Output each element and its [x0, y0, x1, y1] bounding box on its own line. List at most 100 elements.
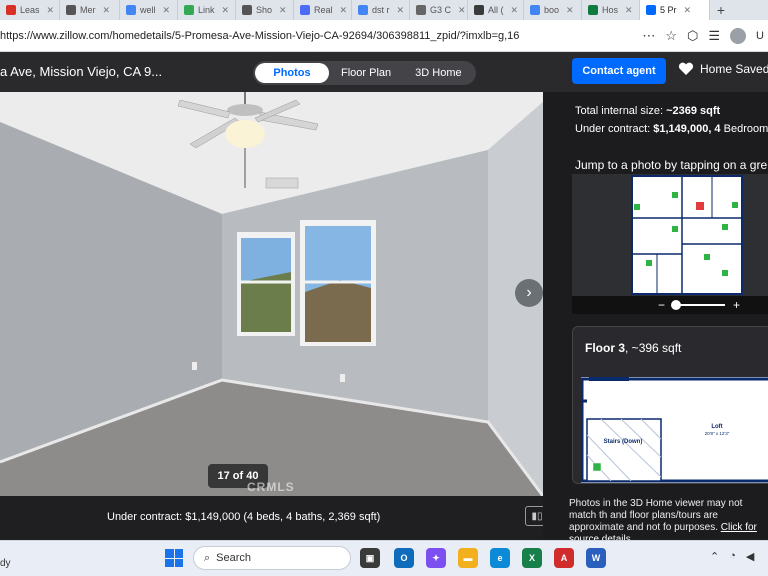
star-icon[interactable]: ☆: [665, 28, 677, 44]
browser-tab[interactable]: All ( ✕: [468, 0, 524, 20]
view-segmented-control: Photos Floor Plan 3D Home: [253, 61, 476, 85]
floor-plan-zoom-control: − +: [572, 296, 768, 314]
close-icon[interactable]: ✕: [47, 5, 55, 16]
close-icon[interactable]: ✕: [511, 5, 519, 16]
taskbar-search-label: Search: [216, 552, 252, 564]
pdf-icon: [6, 5, 16, 15]
close-icon[interactable]: ✕: [684, 5, 692, 16]
browser-tab-label: Hos: [602, 5, 619, 15]
floor-plan-drawing[interactable]: Loft 20'8" x 12'3" Stairs (Down): [580, 377, 768, 483]
copilot-icon[interactable]: ✦: [426, 548, 446, 568]
browser-tab[interactable]: Leas ✕: [0, 0, 60, 20]
browser-tab[interactable]: Mer ✕: [60, 0, 120, 20]
close-icon[interactable]: ✕: [397, 5, 405, 16]
zillow-icon: [300, 5, 310, 15]
zoom-in-icon[interactable]: +: [733, 298, 740, 312]
total-size-value: ~2369 sqft: [666, 105, 721, 117]
chevron-up-icon[interactable]: ⌃: [710, 550, 719, 563]
aw-icon: [474, 5, 484, 15]
close-icon[interactable]: ✕: [279, 5, 287, 16]
photo-caption: Under contract: $1,149,000 (4 beds, 4 ba…: [107, 511, 381, 523]
contract-label: Under contract:: [575, 123, 654, 135]
browser-tab[interactable]: Hos ✕: [582, 0, 640, 20]
floor-plan-minimap[interactable]: [572, 174, 768, 314]
photo-watermark: CRMLS: [247, 480, 295, 494]
browser-tab[interactable]: boo ✕: [524, 0, 582, 20]
profile-avatar[interactable]: [730, 27, 747, 44]
floor-size: , ~396 sqft: [625, 341, 682, 355]
task-view-icon[interactable]: ▣: [360, 548, 380, 568]
browser-tab[interactable]: dst r ✕: [352, 0, 410, 20]
browser-tab-label: Mer: [80, 5, 96, 15]
search-icon: ⌕: [204, 551, 211, 564]
search-icon: [530, 5, 540, 15]
close-icon[interactable]: ✕: [163, 5, 171, 16]
browser-tab[interactable]: G3 C ✕: [410, 0, 468, 20]
edge-browser-icon[interactable]: e: [490, 548, 510, 568]
new-tab-button[interactable]: +: [710, 0, 732, 20]
floor-card[interactable]: Floor 3, ~396 sqft Loft 20'8" x 12'3" St…: [572, 326, 768, 484]
word-icon[interactable]: W: [586, 548, 606, 568]
close-icon[interactable]: ✕: [103, 5, 111, 16]
extensions-icon[interactable]: ⬡: [687, 28, 698, 44]
profile-initial[interactable]: U: [756, 30, 764, 42]
zoom-slider[interactable]: [671, 300, 726, 310]
close-icon[interactable]: ✕: [625, 5, 633, 16]
floor-title: Floor 3, ~396 sqft: [585, 341, 681, 355]
browser-tab-label: Link: [198, 5, 215, 15]
tab-floor-plan[interactable]: Floor Plan: [329, 63, 403, 83]
browser-tab[interactable]: well ✕: [120, 0, 178, 20]
close-icon[interactable]: ✕: [222, 5, 230, 16]
excel-icon: [588, 5, 598, 15]
tab-photos[interactable]: Photos: [255, 63, 329, 83]
close-icon[interactable]: ✕: [566, 5, 574, 16]
home-saved-button[interactable]: Home Saved: [678, 62, 768, 76]
wifi-icon[interactable]: ◔: [729, 550, 736, 563]
browser-tab-label: 5 Pr: [660, 5, 677, 15]
zoom-slider-knob[interactable]: [671, 300, 682, 310]
total-size-line: Total internal size: ~2369 sqft: [575, 105, 720, 117]
file-explorer-icon[interactable]: ▬: [458, 548, 478, 568]
browser-tab-label: well: [140, 5, 156, 15]
outlook-icon[interactable]: O: [394, 548, 414, 568]
arrow-icon: [184, 5, 194, 15]
browser-tab[interactable]: Real ✕: [294, 0, 352, 20]
contact-agent-button[interactable]: Contact agent: [572, 58, 666, 84]
panel-divider: [543, 92, 556, 540]
tab-3d-home[interactable]: 3D Home: [403, 63, 473, 83]
favorites-icon[interactable]: ☰: [708, 28, 720, 44]
contract-line: Under contract: $1,149,000, 4 Bedrooms: [575, 123, 768, 135]
home-saved-label: Home Saved: [700, 62, 768, 76]
url-field[interactable]: https://www.zillow.com/homedetails/5-Pro…: [0, 30, 642, 42]
acrobat-icon[interactable]: A: [554, 548, 574, 568]
next-photo-button[interactable]: ›: [515, 279, 543, 307]
disclaimer-text: Photos in the 3D Home viewer may not mat…: [569, 498, 768, 540]
browser-tab[interactable]: Link ✕: [178, 0, 236, 20]
total-size-label: Total internal size:: [575, 105, 667, 117]
browser-tab-label: Leas: [20, 5, 40, 15]
browser-tab[interactable]: Sho ✕: [236, 0, 294, 20]
jump-to-photo-hint: Jump to a photo by tapping on a gre: [575, 158, 768, 172]
room-label-stairs: Stairs (Down): [604, 439, 643, 445]
listing-title: a Ave, Mission Viejo, CA 9...: [0, 64, 163, 79]
more-icon[interactable]: ⋯: [642, 28, 655, 44]
browser-tab-label: Sho: [256, 5, 273, 15]
excel-icon[interactable]: X: [522, 548, 542, 568]
heart-icon: [678, 62, 694, 75]
speaker-icon[interactable]: ◀: [746, 550, 754, 563]
browser-tab-strip: Leas ✕ Mer ✕ well ✕ Link ✕ Sho ✕ Real ✕ dst r ✕ G3 C ✕ A…: [0, 0, 768, 20]
close-icon[interactable]: ✕: [458, 5, 466, 16]
taskbar-search-box[interactable]: ⌕ Search: [193, 546, 351, 570]
square-icon: [416, 5, 426, 15]
status-text: dy: [0, 558, 11, 569]
floor-plan-minimap-drawing: [631, 175, 743, 295]
listing-photo[interactable]: [0, 92, 543, 496]
browser-tab[interactable]: 5 Pr ✕: [640, 0, 710, 20]
windows-start-icon[interactable]: [165, 549, 183, 567]
browser-tab-label: dst r: [372, 5, 390, 15]
browser-tab-label: boo: [544, 5, 560, 15]
panel-toggle-icon: ▮▯: [531, 510, 543, 522]
browser-tab-label: All (: [488, 5, 504, 15]
close-icon[interactable]: ✕: [340, 5, 348, 16]
zoom-out-icon[interactable]: −: [658, 298, 665, 312]
